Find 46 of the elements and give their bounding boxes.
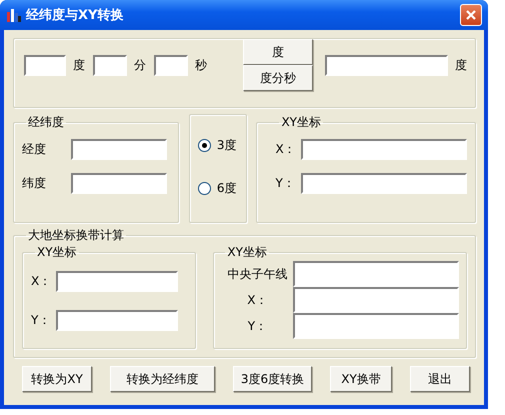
input-field[interactable] [293, 313, 460, 339]
field-label: 中央子午线 [226, 266, 288, 282]
radio-button[interactable] [198, 182, 211, 195]
radio-label: 3度 [216, 137, 236, 154]
radio-label: 6度 [216, 180, 236, 197]
input-field[interactable] [71, 139, 167, 160]
input-field[interactable] [24, 54, 66, 76]
field-label: 纬度 [22, 175, 47, 192]
unit-label: 秒 [195, 56, 207, 74]
input-field[interactable] [56, 310, 178, 331]
group-title: XY坐标 [226, 244, 268, 261]
close-button[interactable] [460, 4, 482, 26]
input-field[interactable] [293, 287, 460, 313]
field-label: Y： [275, 175, 296, 192]
input-field[interactable] [93, 54, 127, 76]
group-title: 经纬度 [27, 114, 65, 131]
group-title: 大地坐标换带计算 [27, 227, 125, 244]
input-field[interactable] [293, 261, 460, 287]
input-field[interactable] [71, 173, 167, 194]
action-button[interactable]: 转换为经纬度 [110, 366, 215, 392]
window-title: 经纬度与XY转换 [26, 6, 124, 24]
unit-label: 度 [455, 56, 467, 74]
input-field[interactable] [301, 139, 468, 160]
field-label: 经度 [22, 141, 47, 158]
group-title: XY坐标 [280, 114, 322, 131]
unit-label: 度 [73, 56, 85, 74]
field-label: X： [31, 273, 52, 290]
convert-button[interactable]: 度 [243, 39, 313, 65]
unit-label: 分 [134, 56, 146, 74]
field-label: X： [275, 141, 297, 158]
input-field[interactable] [56, 271, 178, 292]
input-field[interactable] [301, 173, 468, 194]
input-field[interactable] [325, 54, 448, 76]
action-button[interactable]: XY换带 [330, 366, 392, 392]
convert-button[interactable]: 度分秒 [243, 65, 313, 91]
field-label: Y： [31, 312, 52, 329]
action-button[interactable]: 3度6度转换 [233, 366, 312, 392]
input-field[interactable] [154, 54, 188, 76]
bar-chart-icon [6, 7, 22, 23]
action-button[interactable]: 退出 [410, 366, 470, 392]
field-label: Y： [246, 318, 268, 334]
group-title: XY坐标 [36, 244, 78, 261]
close-icon [465, 9, 477, 21]
radio-button[interactable] [198, 139, 211, 152]
action-button[interactable]: 转换为XY [22, 366, 92, 392]
field-label: X： [246, 292, 268, 308]
